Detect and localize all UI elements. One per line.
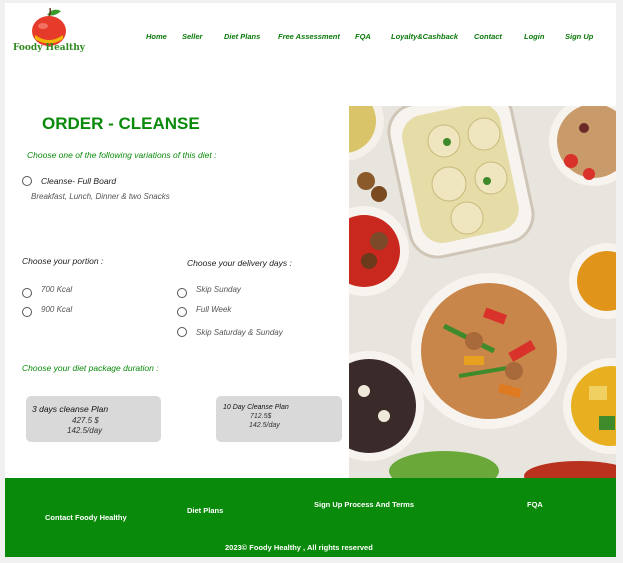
package-title: 3 days cleanse Plan [32, 404, 109, 414]
nav-free-assessment[interactable]: Free Assessment [278, 32, 340, 41]
variation-description: Breakfast, Lunch, Dinner & two Snacks [31, 192, 170, 201]
nav-login[interactable]: Login [524, 32, 544, 41]
portion-prompt: Choose your portion : [22, 256, 104, 266]
delivery-radio-skip-sunday[interactable] [177, 288, 187, 298]
variation-label: Cleanse- Full Board [41, 176, 117, 186]
delivery-label-skip-sunday: Skip Sunday [196, 285, 241, 294]
nav-home[interactable]: Home [146, 32, 167, 41]
package-title: 10 Day Cleanse Plan [223, 404, 289, 411]
page: Foody Healthy Home Seller Diet Plans Fre… [5, 3, 616, 557]
delivery-prompt: Choose your delivery days : [187, 258, 292, 268]
nav-fqa[interactable]: FQA [355, 32, 371, 41]
footer: Contact Foody Healthy Diet Plans Sign Up… [5, 478, 616, 557]
brand-name: Foody Healthy [13, 43, 85, 53]
delivery-label-full-week: Full Week [196, 305, 232, 314]
delivery-radio-skip-weekend[interactable] [177, 327, 187, 337]
nav-signup[interactable]: Sign Up [565, 32, 593, 41]
portion-label-900: 900 Kcal [41, 305, 73, 314]
portion-radio-700[interactable] [22, 288, 32, 298]
food-spread-image [349, 106, 616, 478]
variation-prompt: Choose one of the following variations o… [27, 150, 217, 160]
nav-seller[interactable]: Seller [182, 32, 202, 41]
footer-link-diet-plans[interactable]: Diet Plans [187, 506, 223, 515]
package-10-days[interactable]: 10 Day Cleanse Plan 712.5$ 142.5/day [216, 396, 342, 442]
footer-link-contact[interactable]: Contact Foody Healthy [45, 513, 127, 522]
package-price: 712.5$ [250, 413, 272, 420]
delivery-label-skip-weekend: Skip Saturday & Sunday [196, 328, 283, 337]
nav-contact[interactable]: Contact [474, 32, 502, 41]
package-per-day: 142.5/day [249, 422, 280, 429]
delivery-radio-full-week[interactable] [177, 307, 187, 317]
portion-radio-900[interactable] [22, 307, 32, 317]
footer-link-fqa[interactable]: FQA [527, 500, 543, 509]
footer-link-signup-terms[interactable]: Sign Up Process And Terms [314, 500, 414, 509]
nav-loyalty-cashback[interactable]: Loyalty&Cashback [391, 32, 458, 41]
duration-prompt: Choose your diet package duration : [22, 363, 159, 373]
package-3-days[interactable]: 3 days cleanse Plan 427.5 $ 142.5/day [26, 396, 161, 442]
footer-copyright: 2023© Foody Healthy , All rights reserve… [225, 543, 373, 552]
variation-radio[interactable] [22, 176, 32, 186]
package-per-day: 142.5/day [67, 426, 103, 435]
nav-diet-plans[interactable]: Diet Plans [224, 32, 260, 41]
portion-label-700: 700 Kcal [41, 285, 73, 294]
page-title: ORDER - CLEANSE [42, 114, 200, 133]
package-price: 427.5 $ [72, 416, 99, 425]
